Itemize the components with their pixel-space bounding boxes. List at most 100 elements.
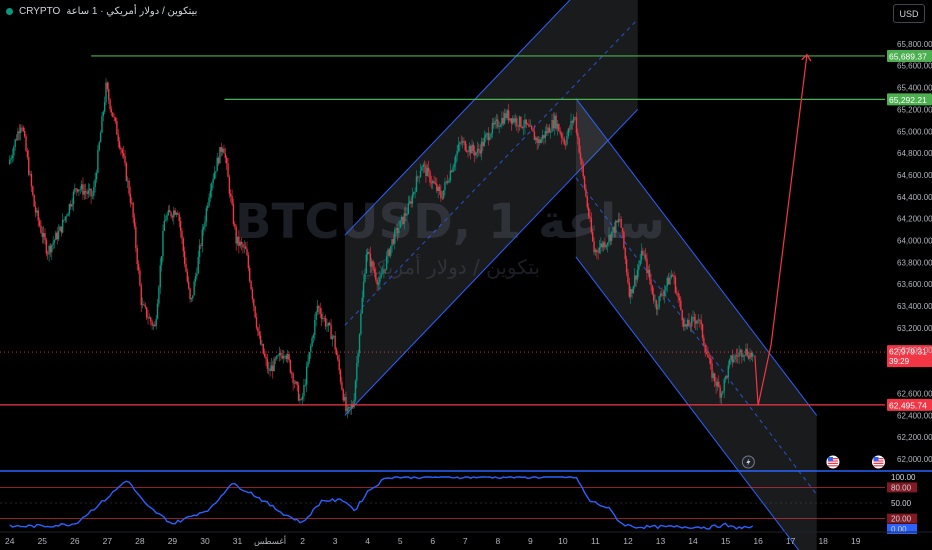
time-axis-tick: 28: [135, 536, 145, 546]
candle: [238, 236, 240, 246]
upper-level-label: 65,689.37: [889, 51, 927, 61]
candle: [28, 157, 30, 175]
candle: [383, 269, 385, 274]
symbol-name[interactable]: CRYPTO: [19, 6, 60, 17]
us-flag-event-icon[interactable]: [871, 455, 885, 469]
candle: [533, 131, 536, 141]
candle: [243, 246, 245, 248]
candle: [623, 231, 625, 249]
candle: [204, 221, 206, 227]
candle: [730, 355, 732, 360]
candle: [480, 141, 483, 154]
candle: [255, 317, 258, 328]
candle: [586, 196, 588, 208]
candle: [95, 172, 98, 180]
candle: [400, 216, 403, 221]
candle: [601, 243, 603, 248]
candle: [262, 343, 264, 354]
time-axis-tick: 26: [70, 536, 80, 546]
candle: [446, 181, 449, 183]
candle: [471, 144, 473, 154]
candle: [627, 272, 629, 283]
candle: [716, 381, 719, 387]
candle: [230, 193, 232, 197]
candle: [82, 184, 84, 195]
candle: [640, 250, 643, 261]
candle: [581, 159, 583, 165]
candle: [299, 398, 301, 401]
candle: [516, 118, 518, 126]
candle: [318, 306, 320, 309]
candle: [91, 195, 94, 197]
candle: [288, 354, 290, 361]
price-axis-tick: 63,600.00: [897, 280, 932, 289]
candle: [113, 116, 115, 118]
candle: [316, 306, 319, 312]
candle: [164, 220, 167, 221]
candle: [124, 156, 126, 163]
price-axis-tick: 63,400.00: [897, 302, 932, 311]
symbol-header[interactable]: CRYPTO بيتكوين / دولار أمريكي · 1 ساعة: [0, 0, 197, 22]
us-flag-event-icon[interactable]: [826, 455, 840, 469]
candle: [463, 141, 465, 142]
middle-level-label: 65,292.21: [889, 95, 927, 105]
candle: [711, 363, 713, 378]
candle: [112, 112, 114, 117]
candle: [468, 146, 471, 152]
candle: [11, 155, 14, 159]
candle: [488, 137, 491, 140]
lightning-event-icon[interactable]: [741, 455, 755, 469]
candle: [517, 125, 519, 127]
bar-countdown-label: 39:29: [889, 357, 910, 366]
candle: [208, 197, 210, 206]
candle: [678, 297, 681, 301]
currency-button[interactable]: USD: [893, 4, 925, 23]
candle: [296, 381, 298, 386]
time-axis-tick: 4: [365, 536, 370, 546]
candle: [213, 172, 216, 180]
candle: [289, 360, 292, 373]
candle: [733, 359, 735, 362]
candle: [503, 113, 506, 124]
candle: [639, 260, 641, 266]
candle: [315, 311, 317, 320]
price-axis-tick: 63,800.00: [897, 258, 932, 267]
candle: [80, 184, 83, 189]
candle: [747, 355, 750, 359]
candle: [312, 335, 315, 339]
candle: [76, 189, 79, 192]
candle: [190, 297, 193, 300]
exchange-info: بيتكوين / دولار أمريكي · 1 ساعة: [66, 5, 198, 17]
candle: [568, 128, 571, 130]
candle: [26, 150, 29, 158]
candle: [636, 269, 639, 280]
candle: [357, 352, 359, 363]
candle: [685, 324, 687, 327]
candle: [411, 194, 414, 204]
candle: [223, 148, 225, 154]
candle: [171, 216, 174, 218]
candle: [322, 318, 324, 320]
candle: [563, 138, 565, 145]
candle: [212, 179, 214, 184]
candle: [696, 320, 698, 324]
candle: [714, 373, 716, 382]
candle: [376, 279, 378, 285]
candle: [507, 110, 510, 121]
time-axis-tick: 24: [5, 536, 15, 546]
candle: [44, 233, 46, 241]
candle: [278, 352, 281, 356]
candle: [234, 223, 236, 227]
candle: [573, 117, 575, 123]
price-chart[interactable]: BTCUSD, 1 ساعةبتكوين / دولار أمريكي 65,6…: [0, 0, 932, 550]
candle: [282, 356, 285, 359]
candle: [52, 242, 54, 245]
candle: [301, 396, 304, 400]
candle: [78, 189, 80, 192]
candle: [166, 215, 168, 221]
candle: [17, 131, 19, 140]
candle: [75, 188, 77, 190]
candle: [448, 180, 450, 183]
price-axis-tick: 65,400.00: [897, 84, 932, 93]
candle: [173, 210, 175, 218]
